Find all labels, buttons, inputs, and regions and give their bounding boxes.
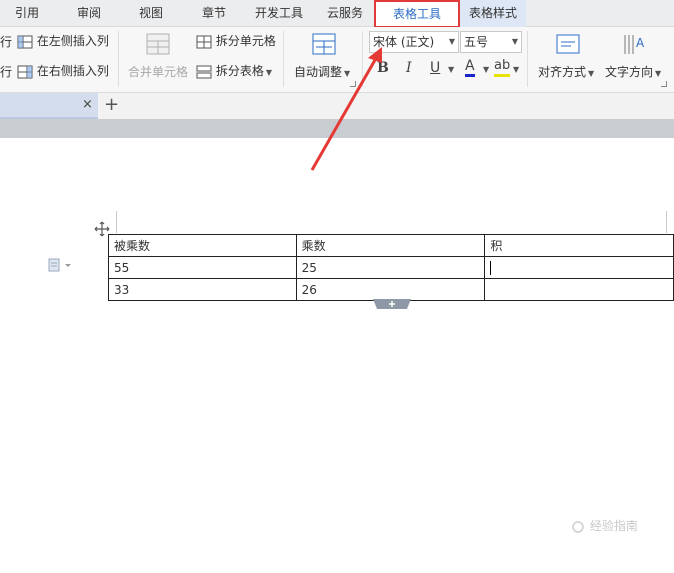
ruler-bar (0, 119, 674, 138)
document-tab-bar: × + (0, 93, 674, 119)
tab-references[interactable]: 引用 (0, 0, 54, 27)
table-cell[interactable]: 55 (108, 256, 297, 279)
text-direction-button[interactable]: 文字方向 ▼ (605, 63, 661, 80)
table-cell[interactable] (484, 278, 674, 301)
table-row: 55 25 (108, 256, 674, 279)
table-cell[interactable]: 26 (295, 278, 486, 301)
merge-cells-icon (146, 33, 170, 55)
insert-right-column-label: 在右侧插入列 (36, 64, 109, 78)
dropdown-arrow-icon[interactable]: ▼ (483, 65, 489, 74)
document-page[interactable] (0, 138, 674, 573)
dropdown-arrow-icon: ▼ (655, 69, 662, 78)
dropdown-arrow-icon: ▼ (588, 69, 595, 78)
table-row: 被乘数 乘数 积 (108, 234, 674, 257)
highlight-button[interactable]: ab (494, 58, 511, 77)
align-label: 对齐方式 (538, 65, 587, 79)
watermark-logo-icon (572, 520, 584, 533)
group-dialog-launcher-icon[interactable] (350, 81, 356, 87)
tab-cloud[interactable]: 云服务 (316, 0, 374, 27)
auto-fit-button[interactable]: 自动调整 ▼ (294, 63, 350, 80)
insert-row-label[interactable]: 行 (0, 33, 12, 50)
margin-guide (116, 211, 117, 233)
document-tab[interactable]: × (0, 93, 98, 119)
dropdown-arrow-icon[interactable]: ▼ (513, 65, 519, 74)
table-row: 33 26 (108, 278, 674, 301)
document-icon[interactable] (48, 258, 74, 272)
text-cursor (490, 260, 492, 275)
watermark-text: 经验指南 (589, 519, 638, 533)
split-table-label: 拆分表格 (215, 64, 264, 78)
dropdown-arrow-icon[interactable]: ▼ (448, 65, 454, 74)
align-button[interactable]: 对齐方式 ▼ (538, 63, 594, 80)
insert-right-column-button[interactable]: 在右侧插入列 (17, 62, 109, 79)
insert-row-label-2[interactable]: 行 (0, 63, 12, 80)
dropdown-arrow-icon: ▼ (448, 37, 455, 46)
tab-review[interactable]: 审阅 (58, 0, 120, 27)
align-icon (556, 34, 580, 54)
bold-button[interactable]: B (377, 60, 389, 76)
split-cells-label: 拆分单元格 (215, 34, 276, 48)
tab-developer[interactable]: 开发工具 (246, 0, 312, 27)
separator (118, 31, 119, 87)
dropdown-arrow-icon: ▼ (265, 68, 272, 77)
separator (527, 31, 528, 87)
font-name-select[interactable]: 宋体 (正文) ▼ (369, 31, 459, 53)
ribbon: 行 在左侧插入列 行 在右侧插入列 合并单元格 拆分单元格 拆分表格 ▼ 自动调整… (0, 27, 674, 93)
italic-button[interactable]: I (406, 60, 412, 76)
font-size-value: 五号 (464, 35, 489, 49)
separator (362, 31, 363, 87)
margin-guide (666, 211, 667, 233)
menu-bar: 引用 审阅 视图 章节 开发工具 云服务 表格工具 表格样式 (0, 0, 674, 28)
font-name-value: 宋体 (正文) (373, 35, 435, 49)
insert-right-column-icon (17, 65, 33, 78)
text-direction-label: 文字方向 (605, 65, 654, 79)
tab-table-tools[interactable]: 表格工具 (374, 0, 460, 28)
table-cell[interactable]: 乘数 (295, 234, 486, 257)
font-size-select[interactable]: 五号 ▼ (460, 31, 522, 53)
add-row-icon[interactable] (373, 299, 411, 310)
close-icon[interactable]: × (82, 97, 93, 112)
auto-fit-label: 自动调整 (294, 65, 343, 79)
svg-text:A: A (636, 36, 645, 50)
separator (283, 31, 284, 87)
tab-sections[interactable]: 章节 (186, 0, 242, 27)
dropdown-arrow-icon: ▼ (344, 69, 351, 78)
table-cell[interactable]: 25 (295, 256, 486, 279)
group-dialog-launcher-icon[interactable] (661, 81, 667, 87)
insert-left-column-icon (17, 35, 33, 48)
underline-button[interactable]: U (430, 60, 440, 76)
split-table-button[interactable]: 拆分表格 ▼ (196, 62, 272, 79)
data-table: 被乘数 乘数 积 55 25 33 26 (108, 234, 674, 301)
table-cell[interactable]: 33 (108, 278, 297, 301)
tab-view[interactable]: 视图 (122, 0, 180, 27)
split-cells-icon (196, 35, 212, 48)
split-cells-button[interactable]: 拆分单元格 (196, 32, 276, 49)
text-direction-icon: A (624, 35, 645, 54)
dropdown-arrow-icon: ▼ (511, 37, 518, 46)
split-table-icon (196, 65, 212, 78)
auto-fit-icon (312, 33, 336, 55)
insert-left-column-button[interactable]: 在左侧插入列 (17, 32, 109, 49)
insert-left-column-label: 在左侧插入列 (36, 34, 109, 48)
merge-cells-button[interactable]: 合并单元格 (128, 63, 188, 80)
tab-table-styles[interactable]: 表格样式 (460, 0, 526, 27)
table-cell-active[interactable] (484, 256, 674, 279)
new-tab-button[interactable]: + (104, 93, 119, 117)
font-color-button[interactable]: A (465, 58, 475, 77)
table-cell[interactable]: 积 (484, 234, 674, 257)
watermark: 经验指南 (572, 517, 638, 534)
table-cell[interactable]: 被乘数 (108, 234, 297, 257)
